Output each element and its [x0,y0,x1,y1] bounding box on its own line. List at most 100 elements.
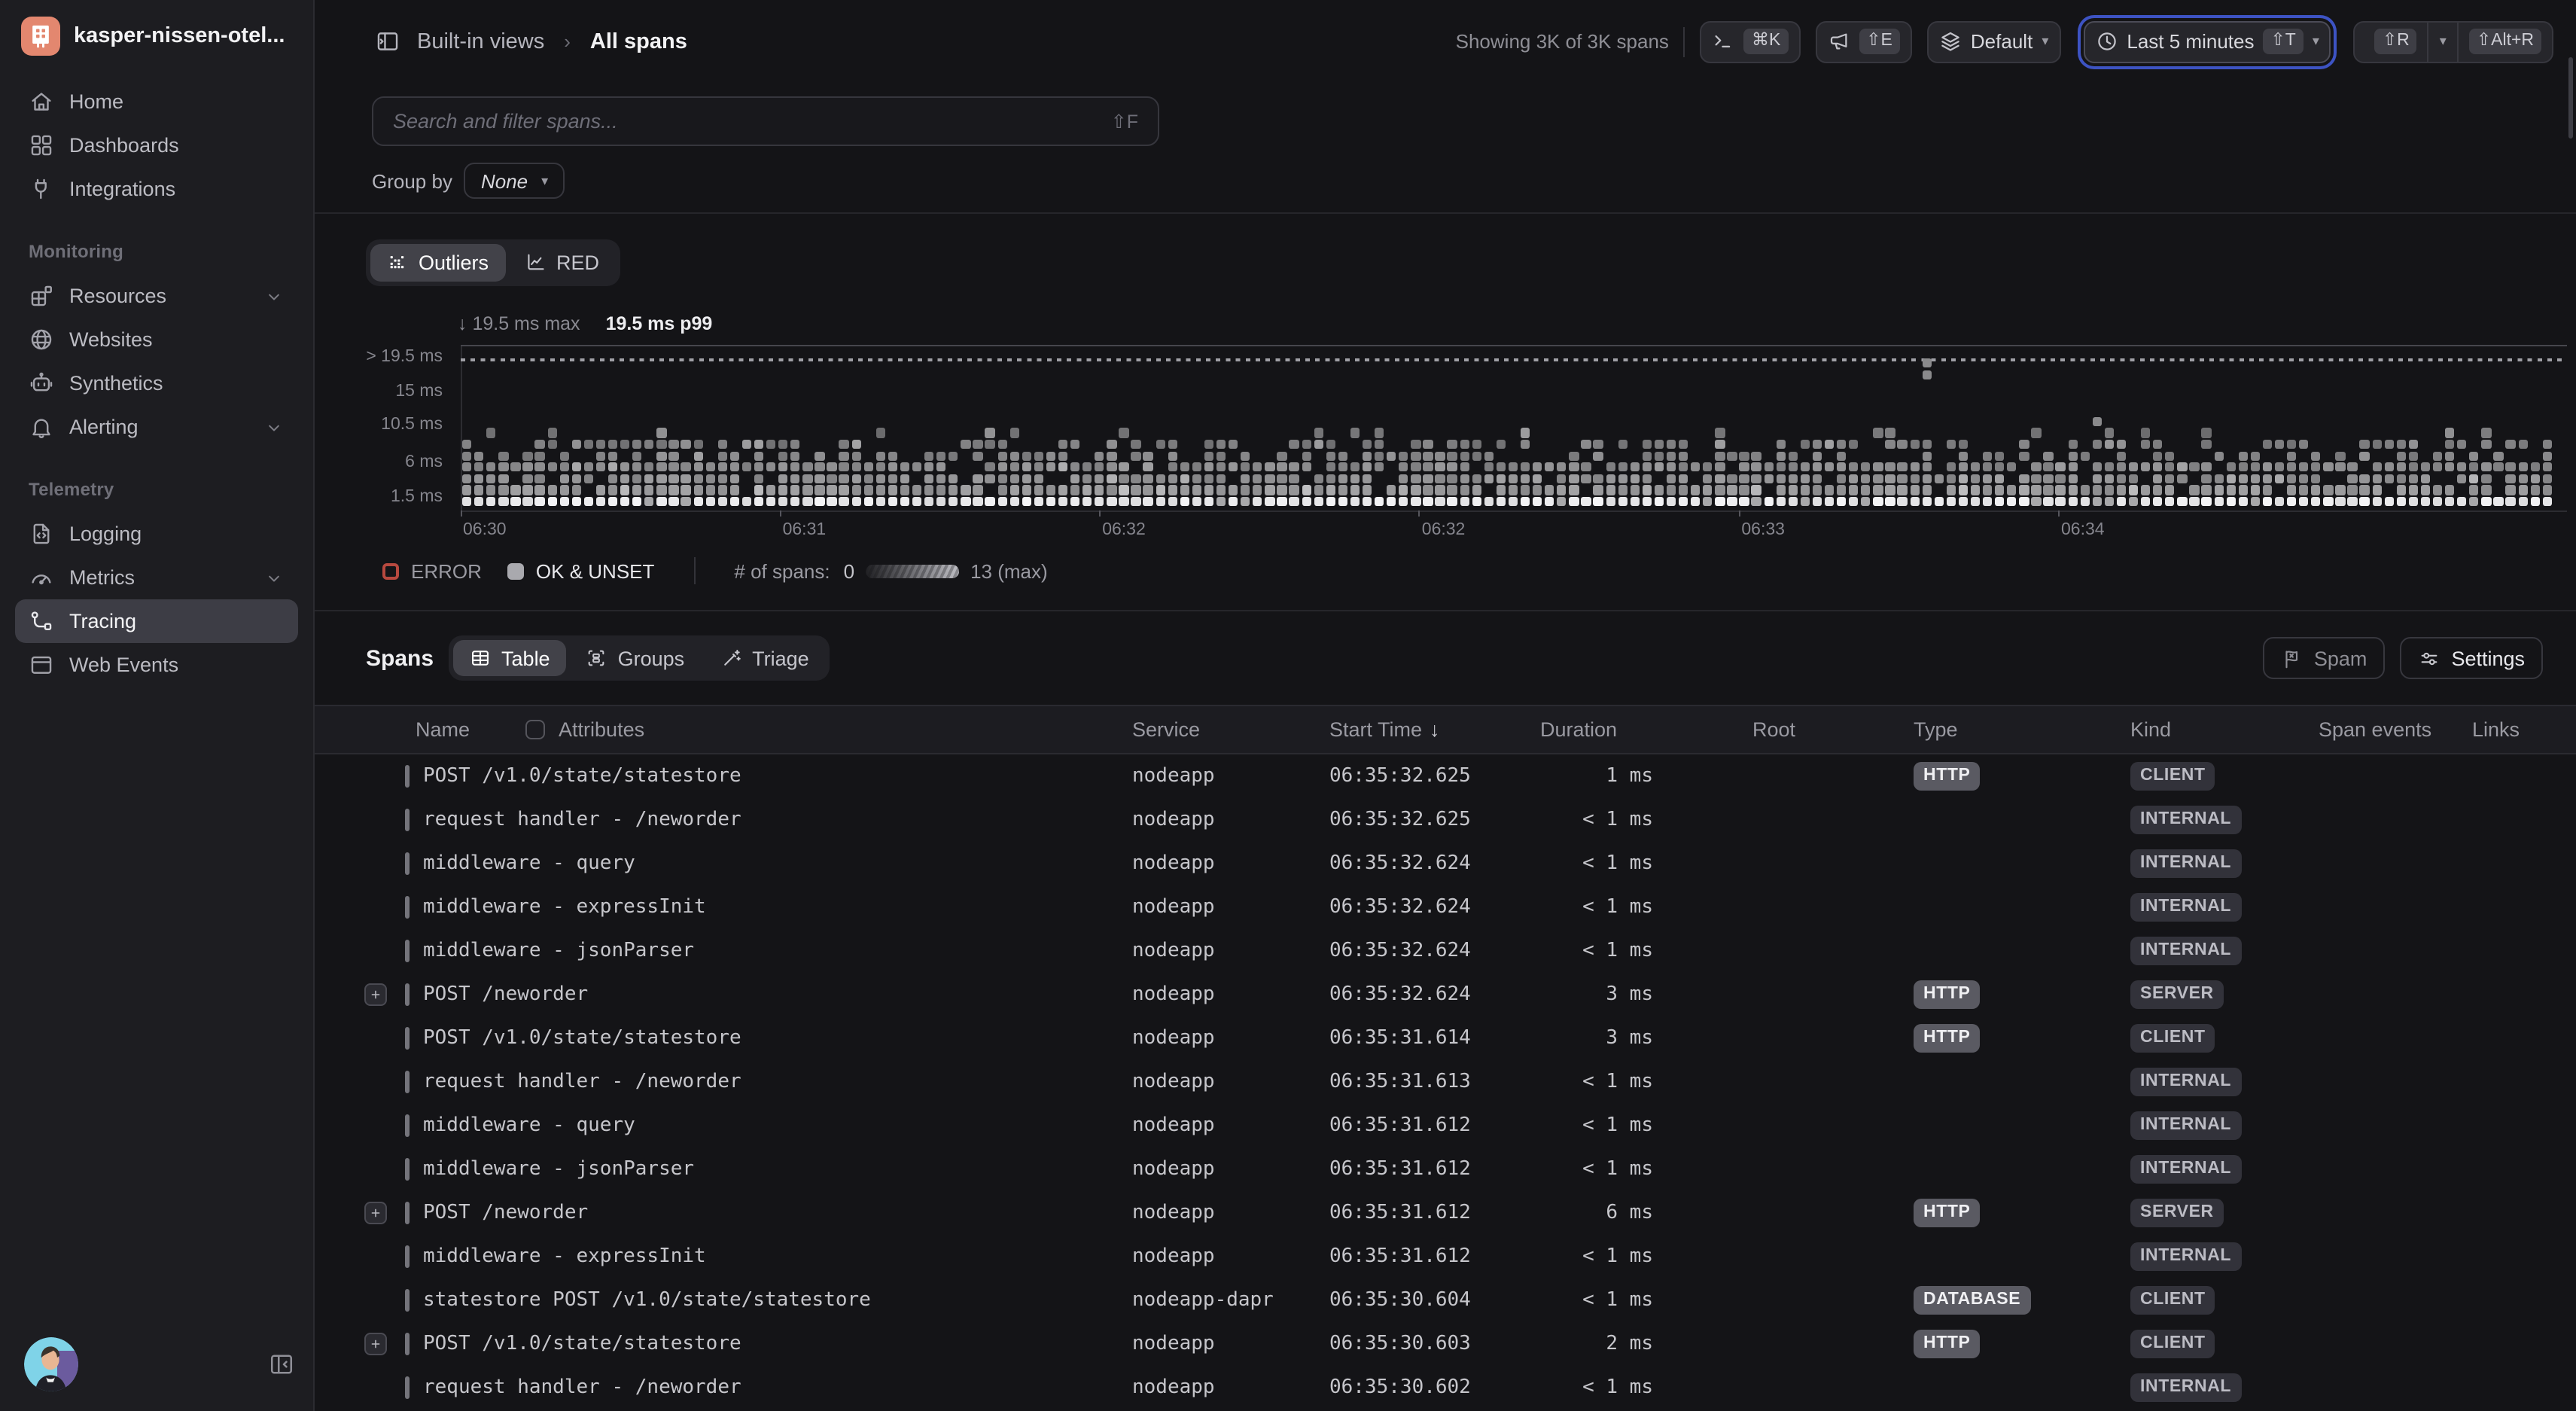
tab-table[interactable]: Table [453,640,567,677]
heatmap-cell [730,486,740,495]
col-span-events[interactable]: Span events [2319,718,2472,741]
heatmap-cell [1570,497,1579,507]
heatmap-cell [1022,486,1031,495]
attributes-checkbox[interactable] [525,720,545,739]
heatmap-cell [608,462,618,472]
spam-button[interactable]: Spam [2263,637,2386,679]
expand-row-button[interactable] [364,983,387,1006]
table-row[interactable]: statestore POST /v1.0/state/statestore n… [315,1278,2576,1322]
kind-cell: CLIENT [2130,1286,2319,1315]
heatmap-cell [571,440,581,450]
heatmap-cell [571,474,581,483]
col-root[interactable]: Root [1653,718,1914,741]
expand-row-button[interactable] [364,1202,387,1224]
col-links[interactable]: Links [2472,718,2555,741]
table-row[interactable]: middleware - jsonParser nodeapp 06:35:31… [315,1147,2576,1191]
sidebar-collapse-button[interactable] [268,1351,295,1378]
heatmap-cell [462,440,472,450]
search-input[interactable] [393,110,1099,133]
table-row[interactable]: middleware - query nodeapp 06:35:32.624 … [315,842,2576,885]
heatmap-cell [1788,474,1798,483]
views-panel-icon[interactable] [375,29,400,54]
heatmap-cell [1922,358,1932,367]
heatmap-cell [2409,462,2419,472]
col-type[interactable]: Type [1914,718,2130,741]
heatmap-cell [912,486,922,495]
chart-annotations: ↓ 19.5 ms max 19.5 ms p99 [458,313,712,334]
auto-refresh-button[interactable]: ⇧Alt+R [2457,22,2552,61]
heatmap-cell [1509,486,1518,495]
heatmap-cell [2336,451,2346,461]
col-duration[interactable]: Duration [1540,718,1653,741]
heatmap-cell [2251,497,2261,507]
refresh-button[interactable]: ⇧R [2355,22,2428,61]
expand-row-button[interactable] [364,1333,387,1355]
user-avatar[interactable] [24,1337,78,1391]
table-header: Name Attributes Service Start Time↓ Dura… [315,705,2576,754]
announcements-button[interactable]: ⇧E [1815,20,1912,62]
heatmap-cell [1229,440,1238,450]
tab-outliers[interactable]: Outliers [370,244,505,281]
heatmap-cell [948,451,958,461]
sidebar-item-metrics[interactable]: Metrics [15,556,298,599]
spans-view-tabs: Table Groups Triage [449,635,830,681]
group-by-select[interactable]: None ▾ [464,163,565,199]
refresh-options-button[interactable]: ▾ [2428,22,2457,61]
sidebar-item-dashboards[interactable]: Dashboards [15,123,298,167]
avatar-photo [24,1337,78,1391]
duration-heatmap[interactable] [460,344,2566,510]
table-row[interactable]: POST /v1.0/state/statestore nodeapp 06:3… [315,1016,2576,1060]
workspace-name: kasper-nissen-otel... [74,24,285,48]
sidebar-item-tracing[interactable]: Tracing [15,599,298,643]
sidebar-item-alerting[interactable]: Alerting [15,405,298,449]
heatmap-cell [1947,497,1956,507]
heatmap-cell [693,440,703,450]
sidebar-item-synthetics[interactable]: Synthetics [15,361,298,405]
settings-button[interactable]: Settings [2400,637,2543,679]
sidebar-item-home[interactable]: Home [15,80,298,123]
tab-groups[interactable]: Groups [570,640,702,677]
heatmap-cell [1898,474,1908,483]
table-row[interactable]: request handler - /neworder nodeapp 06:3… [315,798,2576,842]
command-palette-button[interactable]: ⌘K [1701,20,1800,62]
sidebar-item-resources[interactable]: Resources [15,274,298,318]
heatmap-cell [1679,497,1688,507]
view-selector-button[interactable]: Default ▾ [1927,20,2060,62]
table-row[interactable]: middleware - expressInit nodeapp 06:35:3… [315,1235,2576,1278]
heatmap-cell [1971,474,1981,483]
heatmap-cell [851,497,861,507]
sidebar-item-integrations[interactable]: Integrations [15,167,298,211]
sidebar-item-websites[interactable]: Websites [15,318,298,361]
col-service[interactable]: Service [1132,718,1329,741]
table-row[interactable]: request handler - /neworder nodeapp 06:3… [315,1060,2576,1104]
table-row[interactable]: middleware - query nodeapp 06:35:31.612 … [315,1104,2576,1147]
heatmap-cell [1216,486,1226,495]
tab-red[interactable]: RED [508,244,616,281]
table-row[interactable]: POST /v1.0/state/statestore nodeapp 06:3… [315,1322,2576,1366]
table-row[interactable]: request handler - /neworder nodeapp 06:3… [315,1366,2576,1409]
heatmap-cell [1776,486,1786,495]
col-attributes[interactable]: Attributes [559,718,644,741]
heatmap-cell [1472,440,1481,450]
time-range-button[interactable]: Last 5 minutes ⇧T ▾ [2083,20,2331,62]
heatmap-cell [1411,451,1420,461]
heatmap-cell [1825,440,1835,450]
heatmap-cell [985,474,995,483]
sidebar-item-web-events[interactable]: Web Events [15,643,298,687]
breadcrumb-section[interactable]: Built-in views [417,29,544,53]
table-row[interactable]: middleware - jsonParser nodeapp 06:35:32… [315,929,2576,973]
scrollbar-thumb[interactable] [2568,57,2573,139]
col-kind[interactable]: Kind [2130,718,2319,741]
table-row[interactable]: POST /neworder nodeapp 06:35:32.624 3 ms… [315,973,2576,1016]
heatmap-cell [1655,440,1664,450]
table-row[interactable]: POST /neworder nodeapp 06:35:31.612 6 ms… [315,1191,2576,1235]
x-tick-mark [1099,510,1101,517]
tab-triage[interactable]: Triage [704,640,826,677]
workspace-switcher[interactable]: kasper-nissen-otel... [15,17,298,68]
table-row[interactable]: middleware - expressInit nodeapp 06:35:3… [315,885,2576,929]
heatmap-cell [2251,474,2261,483]
table-row[interactable]: POST /v1.0/state/statestore nodeapp 06:3… [315,754,2576,798]
heatmap-cell [681,462,691,472]
col-start-time[interactable]: Start Time↓ [1329,718,1540,741]
sidebar-item-logging[interactable]: Logging [15,512,298,556]
